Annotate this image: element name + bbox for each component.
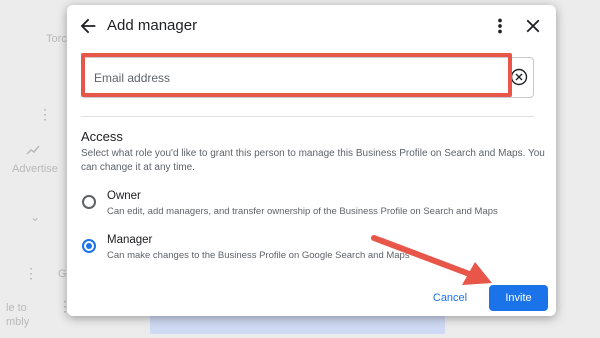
- invite-button[interactable]: Invite: [489, 285, 548, 311]
- email-input[interactable]: [81, 57, 534, 98]
- access-description: Select what role you'd like to grant thi…: [81, 148, 545, 173]
- bg-chevron-icon: ⌄: [30, 210, 41, 224]
- bg-trend-icon: [26, 145, 40, 155]
- bg-more-icon: ⋮: [38, 106, 52, 122]
- clear-input-icon[interactable]: [509, 67, 529, 87]
- more-vert-icon[interactable]: [490, 15, 510, 37]
- add-manager-dialog: Add manager Access Select what role you'…: [67, 5, 556, 316]
- manager-role-description: Can make changes to the Business Profile…: [107, 250, 410, 261]
- dialog-header: Add manager: [67, 5, 556, 47]
- dialog-title: Add manager: [107, 17, 198, 34]
- bg-advertise-label: Advertise: [12, 163, 58, 175]
- back-arrow-icon[interactable]: [77, 15, 99, 37]
- access-heading: Access: [81, 129, 123, 144]
- manager-role-name: Manager: [107, 234, 153, 246]
- bg-side-text-1: le to: [6, 302, 27, 314]
- owner-role-description: Can edit, add managers, and transfer own…: [107, 206, 498, 217]
- bg-g-letter: G: [58, 268, 67, 280]
- bg-tab-label: Torc: [46, 33, 67, 45]
- cancel-button[interactable]: Cancel: [419, 287, 481, 309]
- owner-radio[interactable]: [82, 195, 96, 209]
- email-field-wrapper: [81, 57, 534, 98]
- bg-more-icon-2: ⋮: [24, 265, 38, 281]
- bg-side-text-2: mbly: [6, 316, 30, 328]
- close-icon[interactable]: [522, 15, 544, 37]
- owner-role-name: Owner: [107, 190, 141, 202]
- manager-radio[interactable]: [82, 239, 96, 253]
- divider: [81, 116, 534, 117]
